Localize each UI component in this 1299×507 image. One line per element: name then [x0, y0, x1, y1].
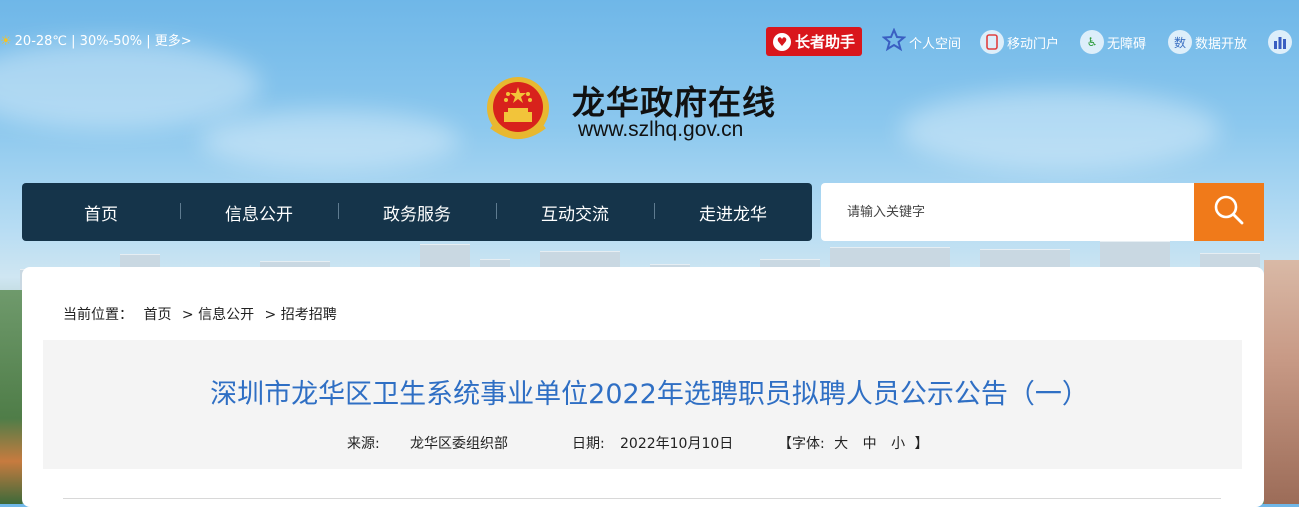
article-title: 深圳市龙华区卫生系统事业单位2022年选聘职员拟聘人员公示公告（一） [210, 379, 1089, 410]
sky-cloud [900, 90, 1220, 170]
nav-item-info-disclosure[interactable]: 信息公开 [180, 200, 338, 225]
wheelchair-icon: ♿ [1080, 30, 1104, 54]
font-size-small-button[interactable]: 小 [891, 436, 905, 452]
bar-chart-icon [1268, 30, 1292, 54]
elder-assistant-button[interactable]: ♥ 长者助手 [766, 27, 862, 56]
font-size-close: 】 [914, 436, 929, 452]
breadcrumb-home[interactable]: 首页 [143, 307, 171, 323]
mobile-portal-label: 移动门户 [1007, 36, 1060, 52]
font-size-medium-button[interactable]: 中 [863, 436, 877, 452]
search-button[interactable] [1194, 183, 1264, 241]
sky-cloud [0, 40, 260, 130]
main-nav: 首页 信息公开 政务服务 互动交流 走进龙华 [22, 183, 812, 241]
nav-item-home[interactable]: 首页 [22, 200, 180, 225]
site-title[interactable]: 龙华政府在线 [572, 76, 776, 124]
search-input[interactable] [821, 183, 1219, 241]
article-date: 2022年10月10日 [620, 436, 734, 452]
breadcrumb: 当前位置： 首页 > 信息公开 > 招考招聘 [63, 304, 343, 324]
search-box [821, 183, 1264, 241]
weather-info[interactable]: ☀ 20-28℃ | 30%-50% | 更多> [0, 30, 192, 49]
nav-item-gov-services[interactable]: 政务服务 [338, 200, 496, 225]
star-icon [881, 27, 907, 56]
elder-assistant-label: 长者助手 [794, 33, 855, 51]
search-icon [1213, 194, 1245, 230]
sun-icon: ☀ [0, 34, 12, 49]
breadcrumb-label: 当前位置： [63, 307, 133, 323]
article-source: 龙华区委组织部 [410, 436, 508, 452]
article-date-label: 日期: [572, 436, 605, 452]
national-emblem-icon [484, 74, 552, 144]
sky-cloud [200, 110, 460, 170]
nav-item-about-longhua[interactable]: 走进龙华 [654, 200, 812, 225]
font-size-label: 【字体: [778, 436, 825, 452]
elder-icon: ♥ [772, 32, 791, 51]
mobile-icon [980, 30, 1004, 54]
accessibility-label: 无障碍 [1107, 36, 1147, 52]
personal-space-label: 个人空间 [909, 36, 962, 52]
data-open-link[interactable]: 数 数据开放 [1168, 30, 1247, 54]
data-icon: 数 [1168, 30, 1192, 54]
font-size-controls: 【字体: 大 中 小 】 [778, 433, 929, 453]
nav-item-interaction[interactable]: 互动交流 [496, 200, 654, 225]
mobile-portal-link[interactable]: 移动门户 [980, 30, 1059, 54]
article-source-label: 来源: [347, 436, 380, 452]
personal-space-link[interactable]: 个人空间 [881, 27, 962, 56]
accessibility-link[interactable]: ♿ 无障碍 [1080, 30, 1146, 54]
font-size-large-button[interactable]: 大 [834, 436, 848, 452]
content-divider [63, 498, 1221, 499]
breadcrumb-recruitment[interactable]: > 招考招聘 [265, 307, 337, 323]
site-url: www.szlhq.gov.cn [578, 118, 744, 141]
breadcrumb-info-disclosure[interactable]: > 信息公开 [182, 307, 254, 323]
weather-text: 20-28℃ | 30%-50% | 更多> [14, 34, 192, 49]
statistics-link[interactable] [1268, 30, 1295, 54]
data-open-label: 数据开放 [1195, 36, 1248, 52]
